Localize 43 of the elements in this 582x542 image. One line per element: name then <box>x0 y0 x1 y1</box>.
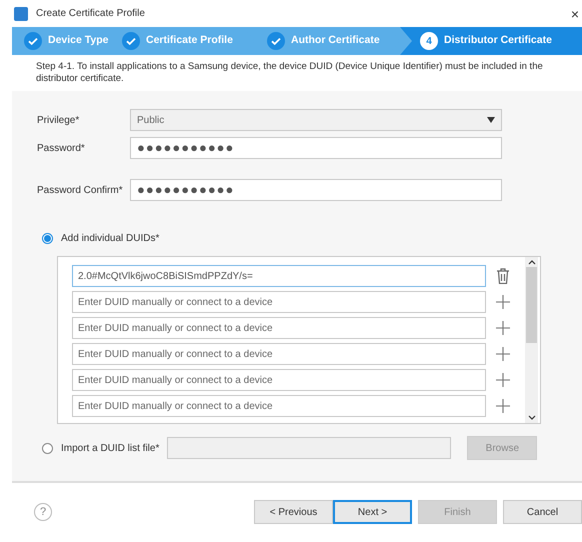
radio-button[interactable] <box>42 442 53 454</box>
step-label: Author Certificate <box>291 33 380 48</box>
step-label: Distributor Certificate <box>444 33 552 48</box>
step-description: Step 4-1. To install applications to a Samsung device, the device DUID (Device Unique Identifier) must be included in the distributor certificate. <box>35 61 544 86</box>
app-logo-icon <box>14 6 28 20</box>
plus-icon[interactable] <box>496 372 510 388</box>
check-icon <box>267 32 285 50</box>
radio-button[interactable] <box>42 233 53 244</box>
duid-input-field[interactable]: 2.0#McQtVlk6jwoC8BiSISmdPPZdY/s= <box>72 265 486 287</box>
step-label: Device Type <box>48 33 109 48</box>
step-number: 4 <box>420 32 438 50</box>
dropdown-value: Public <box>137 114 164 128</box>
step-label: Certificate Profile <box>146 33 233 48</box>
plus-icon[interactable] <box>496 398 510 414</box>
dropdown-arrow-icon <box>487 117 495 123</box>
wizard-step[interactable]: 4 Distributor Certificate <box>400 27 582 55</box>
duid-input-field[interactable]: Enter DUID manually or connect to a device <box>72 343 486 365</box>
wizard-button[interactable]: < Previous <box>254 500 333 524</box>
radio-label: Add individual DUIDs* <box>61 232 160 246</box>
wizard-button[interactable]: Next > <box>333 500 412 524</box>
duid-input-field[interactable]: Enter DUID manually or connect to a device <box>72 395 486 417</box>
duid-input-field[interactable]: Enter DUID manually or connect to a device <box>72 369 486 391</box>
password-field[interactable]: ●●●●●●●●●●● <box>130 179 502 201</box>
radio-label: Import a DUID list file* <box>61 442 160 456</box>
file-path-field[interactable] <box>167 437 452 459</box>
close-button[interactable]: × <box>570 6 579 20</box>
field-label: Password* <box>37 142 86 156</box>
plus-icon[interactable] <box>496 294 510 310</box>
plus-icon[interactable] <box>496 320 510 336</box>
check-icon <box>122 32 140 50</box>
help-button[interactable]: ? <box>34 503 52 521</box>
check-icon <box>24 32 42 50</box>
trash-icon[interactable] <box>496 268 510 284</box>
plus-icon[interactable] <box>496 346 510 362</box>
privilege-dropdown[interactable]: Public <box>130 109 502 131</box>
field-label: Privilege* <box>37 114 80 128</box>
password-field[interactable]: ●●●●●●●●●●● <box>130 137 502 159</box>
duid-input-field[interactable]: Enter DUID manually or connect to a device <box>72 317 486 339</box>
duid-input-field[interactable]: Enter DUID manually or connect to a device <box>72 291 486 313</box>
window-title: Create Certificate Profile <box>36 7 146 21</box>
wizard-button[interactable]: Cancel <box>503 500 582 524</box>
field-label: Password Confirm* <box>37 184 124 198</box>
scrollbar[interactable] <box>525 257 538 423</box>
